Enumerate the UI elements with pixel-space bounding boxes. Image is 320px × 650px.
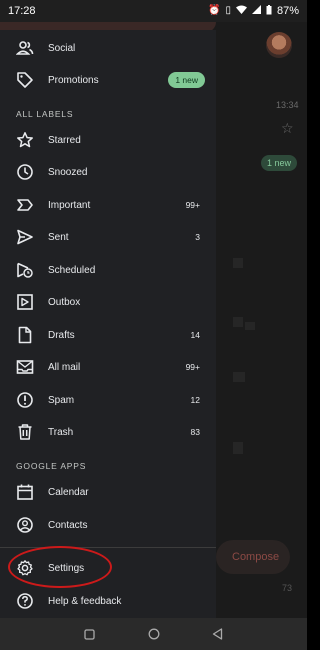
star-icon: [16, 131, 34, 149]
drawer-item-help[interactable]: Help & feedback: [0, 585, 216, 617]
new-badge: 1 new: [168, 72, 205, 88]
drawer-item-label: Contacts: [48, 519, 88, 531]
drawer-item-settings[interactable]: Settings: [0, 552, 216, 584]
drawer-item-all-mail[interactable]: All mail 99+: [0, 351, 216, 383]
drawer-item-scheduled[interactable]: Scheduled: [0, 254, 216, 286]
compose-button[interactable]: Compose: [216, 540, 290, 574]
vibrate-icon: ▯: [225, 5, 231, 16]
drawer-item-label: Spam: [48, 394, 75, 406]
drawer-item-contacts[interactable]: Contacts: [0, 509, 216, 541]
drawer-item-label: Scheduled: [48, 264, 96, 276]
signal-icon: [251, 5, 261, 17]
alarm-icon: ⏰: [208, 5, 221, 16]
drawer-item-social[interactable]: Social: [0, 32, 216, 64]
drawer-item-label: Promotions: [48, 74, 99, 86]
blurred-pixel: [233, 372, 245, 382]
back-button[interactable]: [211, 627, 225, 641]
drawer-item-label: Calendar: [48, 486, 89, 498]
drawer-item-label: All mail: [48, 361, 81, 373]
drawer-item-important[interactable]: Important 99+: [0, 189, 216, 221]
drawer-item-promotions[interactable]: Promotions 1 new: [0, 64, 216, 96]
drawer-item-trash[interactable]: Trash 83: [0, 416, 216, 448]
scheduled-send-icon: [16, 261, 34, 279]
recents-button[interactable]: [83, 627, 97, 641]
drawer-item-count: 14: [190, 330, 200, 340]
drawer-item-spam[interactable]: Spam 12: [0, 384, 216, 416]
battery-icon: [266, 4, 272, 18]
wifi-icon: [235, 5, 247, 17]
email-time: 13:34: [276, 100, 299, 110]
drawer-divider: [0, 547, 216, 548]
drawer-item-label: Help & feedback: [48, 595, 122, 607]
help-icon: [16, 592, 34, 610]
battery-percent: 87%: [276, 5, 299, 17]
drawer-item-count: 12: [190, 395, 200, 405]
home-button[interactable]: [147, 627, 161, 641]
important-icon: [16, 196, 34, 214]
drawer-item-count: 99+: [185, 200, 200, 210]
all-labels-heading: ALL LABELS: [16, 109, 74, 119]
status-time: 17:28: [8, 5, 36, 17]
trash-icon: [16, 423, 34, 441]
blurred-pixel: [233, 442, 243, 454]
drawer-item-calendar[interactable]: Calendar: [0, 476, 216, 508]
avatar[interactable]: [266, 32, 292, 58]
drawer-item-label: Starred: [48, 134, 81, 146]
clock-icon: [16, 163, 34, 181]
drawer-item-label: Trash: [48, 426, 74, 438]
spam-icon: [16, 391, 34, 409]
drawer-item-label: Snoozed: [48, 166, 88, 178]
status-bar: 17:28 ⏰ ▯ 87%: [0, 0, 307, 22]
drawer-item-count: 83: [190, 427, 200, 437]
system-nav-bar: [0, 618, 307, 650]
drawer-item-drafts[interactable]: Drafts 14: [0, 319, 216, 351]
calendar-icon: [16, 483, 34, 501]
contacts-icon: [16, 516, 34, 534]
drawer-item-label: Social: [48, 42, 76, 54]
new-badge: 1 new: [261, 155, 297, 171]
people-icon: [16, 39, 34, 57]
drawer-item-outbox[interactable]: Outbox: [0, 286, 216, 318]
blurred-pixel: [233, 317, 243, 327]
draft-icon: [16, 326, 34, 344]
drawer-item-label: Drafts: [48, 329, 75, 341]
tag-icon: [16, 71, 34, 89]
blurred-pixel: [245, 322, 255, 330]
drawer-item-sent[interactable]: Sent 3: [0, 221, 216, 253]
google-apps-heading: GOOGLE APPS: [16, 461, 87, 471]
drawer-item-label: Settings: [48, 562, 85, 574]
drawer-item-label: Outbox: [48, 296, 81, 308]
drawer-item-count: 3: [195, 232, 200, 242]
outbox-icon: [16, 293, 34, 311]
send-icon: [16, 228, 34, 246]
drawer-item-label: Sent: [48, 231, 69, 243]
blurred-pixel: [233, 258, 243, 268]
star-icon: ☆: [281, 120, 294, 136]
gear-icon: [16, 559, 34, 577]
drawer-item-label: Important: [48, 199, 91, 211]
navigation-drawer: Social Promotions 1 new ALL LABELS Starr…: [0, 30, 216, 618]
all-mail-icon: [16, 358, 34, 376]
drawer-item-count: 99+: [185, 362, 200, 372]
email-count: 73: [282, 583, 293, 593]
drawer-item-starred[interactable]: Starred: [0, 124, 216, 156]
drawer-item-snoozed[interactable]: Snoozed: [0, 156, 216, 188]
